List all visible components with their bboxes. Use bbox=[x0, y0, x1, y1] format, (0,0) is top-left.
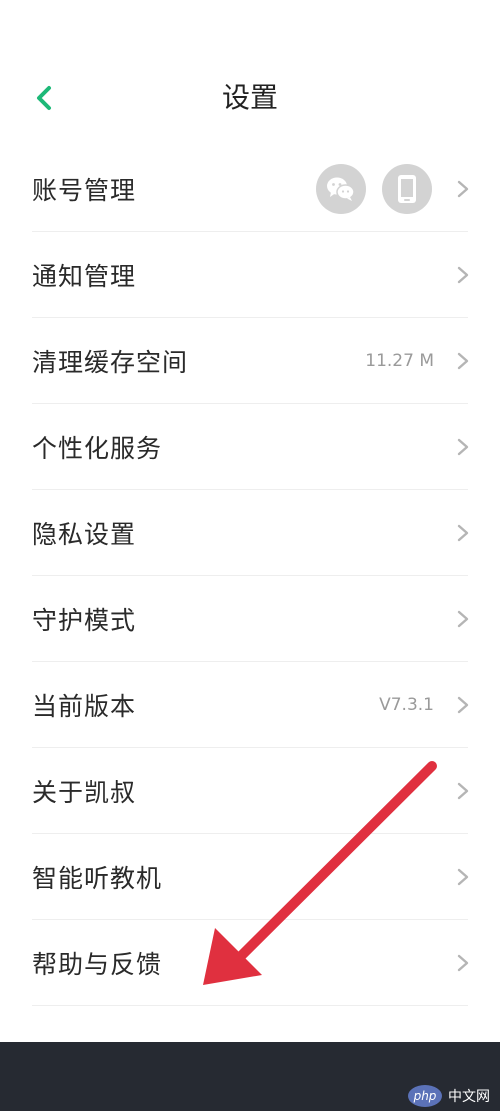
settings-item-label: 个性化服务 bbox=[32, 434, 163, 463]
settings-item-label: 通知管理 bbox=[32, 262, 137, 291]
chevron-right-icon bbox=[457, 696, 469, 714]
watermark-text: 中文网 bbox=[448, 1089, 490, 1105]
chevron-right-icon bbox=[457, 868, 469, 886]
watermark: php 中文网 bbox=[408, 1085, 490, 1107]
settings-item-privacy[interactable]: 隐私设置 bbox=[0, 490, 500, 576]
phone-icon bbox=[382, 164, 432, 214]
settings-item-version[interactable]: 当前版本 V7.3.1 bbox=[0, 662, 500, 748]
settings-item-guard-mode[interactable]: 守护模式 bbox=[0, 576, 500, 662]
cache-size-value: 11.27 M bbox=[365, 351, 434, 371]
chevron-right-icon bbox=[457, 438, 469, 456]
settings-item-personalized[interactable]: 个性化服务 bbox=[0, 404, 500, 490]
settings-item-label: 账号管理 bbox=[32, 176, 137, 205]
bound-accounts bbox=[316, 164, 432, 214]
watermark-logo: php bbox=[408, 1085, 442, 1107]
chevron-right-icon bbox=[457, 180, 469, 198]
version-value: V7.3.1 bbox=[379, 695, 434, 715]
chevron-right-icon bbox=[457, 610, 469, 628]
chevron-right-icon bbox=[457, 524, 469, 542]
settings-item-label: 隐私设置 bbox=[32, 520, 137, 549]
settings-item-label: 当前版本 bbox=[32, 692, 137, 721]
settings-item-label: 帮助与反馈 bbox=[32, 950, 163, 979]
divider bbox=[32, 1005, 468, 1006]
settings-item-help[interactable]: 帮助与反馈 bbox=[0, 920, 500, 1006]
page-title: 设置 bbox=[221, 81, 278, 114]
header-bar: 设置 bbox=[0, 60, 500, 136]
chevron-right-icon bbox=[457, 782, 469, 800]
settings-item-label: 守护模式 bbox=[32, 606, 137, 635]
settings-item-label: 关于凯叔 bbox=[32, 778, 137, 807]
settings-item-about[interactable]: 关于凯叔 bbox=[0, 748, 500, 834]
wechat-icon bbox=[316, 164, 366, 214]
chevron-right-icon bbox=[457, 266, 469, 284]
settings-item-label: 智能听教机 bbox=[32, 864, 163, 893]
settings-item-smart-device[interactable]: 智能听教机 bbox=[0, 834, 500, 920]
settings-item-label: 清理缓存空间 bbox=[32, 348, 189, 377]
bottom-bar: php 中文网 bbox=[0, 1042, 500, 1111]
chevron-right-icon bbox=[457, 954, 469, 972]
settings-item-account[interactable]: 账号管理 bbox=[0, 146, 500, 232]
settings-list: 账号管理 通知管理 清理缓存空间 11.27 M 个性化服务 隐私设置 守护模式… bbox=[0, 146, 500, 1006]
chevron-right-icon bbox=[457, 352, 469, 370]
settings-item-cache[interactable]: 清理缓存空间 11.27 M bbox=[0, 318, 500, 404]
settings-item-notification[interactable]: 通知管理 bbox=[0, 232, 500, 318]
